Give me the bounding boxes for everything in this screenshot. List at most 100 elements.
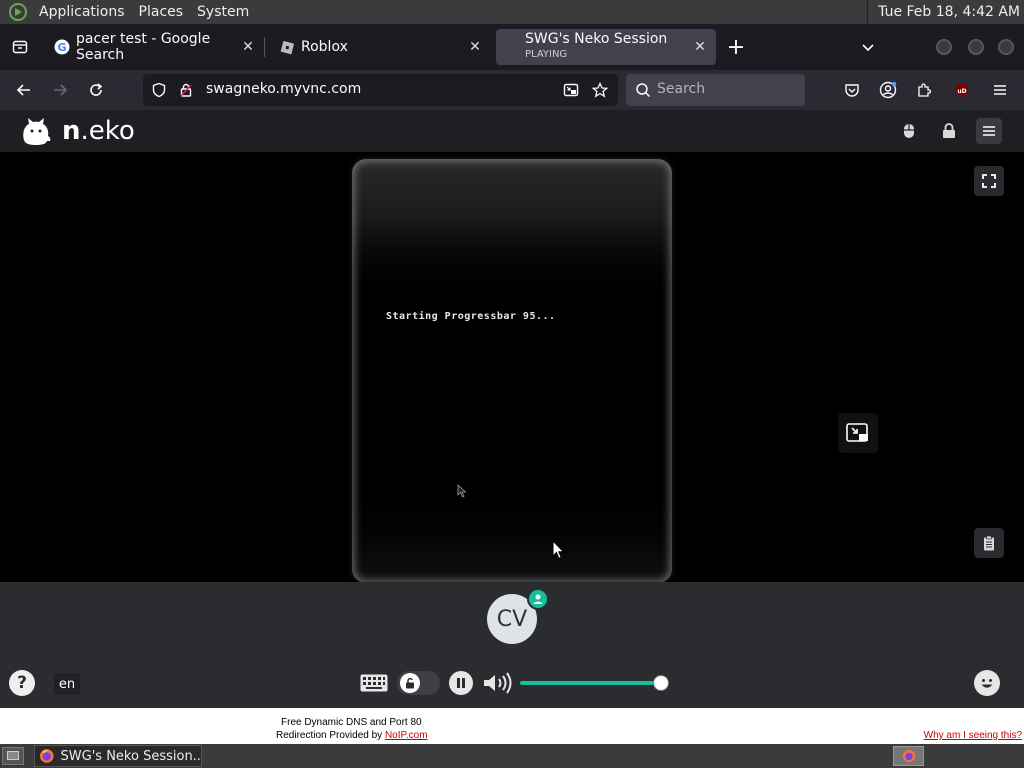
search-bar[interactable]: Search: [626, 74, 805, 106]
hamburger-menu-icon: [983, 126, 995, 136]
firefox-icon: [902, 749, 915, 763]
volume-slider-thumb[interactable]: [653, 675, 669, 691]
nav-bar: swagneko.myvnc.com Search uD: [0, 70, 1024, 110]
neko-header: n.eko: [0, 110, 1024, 152]
pause-button[interactable]: [449, 671, 473, 695]
remote-cursor-icon: [457, 484, 467, 498]
neko-logo: n.eko: [20, 116, 135, 146]
pocket-icon: [845, 84, 859, 97]
emoji-button[interactable]: [974, 670, 1000, 696]
maximize-window-button[interactable]: [968, 39, 984, 55]
svg-text:G: G: [57, 41, 66, 54]
noip-line1: Free Dynamic DNS and Port 80: [281, 717, 422, 728]
hamburger-menu-icon: [994, 85, 1006, 95]
new-tab-button[interactable]: +: [716, 24, 756, 70]
taskbar-window-button[interactable]: SWG's Neko Session...: [34, 745, 202, 767]
minimize-window-button[interactable]: [936, 39, 952, 55]
places-menu[interactable]: Places: [132, 4, 191, 20]
progressbar-boot-text: Starting Progressbar 95...: [386, 311, 556, 322]
fullscreen-button[interactable]: [974, 166, 1004, 196]
crt-screen: Starting Progressbar 95...: [352, 159, 672, 582]
app-menu-button[interactable]: [984, 74, 1016, 106]
workspace-switcher[interactable]: [893, 746, 924, 766]
taskbar-window-title: SWG's Neko Session...: [60, 748, 201, 764]
close-window-button[interactable]: [998, 39, 1014, 55]
url-text[interactable]: swagneko.myvnc.com: [206, 81, 361, 97]
distro-logo-icon[interactable]: [8, 2, 28, 22]
volume-high-icon: [484, 672, 512, 694]
extensions-button[interactable]: [908, 74, 940, 106]
applications-menu[interactable]: Applications: [32, 4, 132, 20]
bookmark-star-icon[interactable]: [591, 81, 609, 102]
clipboard-icon: [984, 535, 994, 551]
show-desktop-button[interactable]: [2, 747, 24, 765]
search-icon: [635, 82, 651, 102]
desktop-icon: [7, 751, 19, 760]
close-tab-icon[interactable]: ✕: [240, 39, 256, 55]
keyboard-language-selector[interactable]: en: [54, 673, 80, 695]
pause-icon: [457, 678, 465, 688]
site-info-lock-icon[interactable]: [178, 82, 194, 102]
unlock-icon: [400, 673, 420, 693]
plus-icon: +: [726, 34, 746, 60]
tab-neko-session[interactable]: SWG's Neko Session PLAYING ✕: [496, 29, 716, 65]
picture-in-picture-button[interactable]: [838, 413, 878, 453]
account-icon: [879, 81, 897, 99]
pocket-button[interactable]: [836, 74, 868, 106]
svg-text:uD: uD: [957, 88, 966, 95]
local-cursor-icon: [552, 540, 565, 560]
noip-line2: Redirection Provided by NoIP.com: [276, 730, 428, 741]
volume-slider-track[interactable]: [520, 681, 661, 685]
question-mark-icon: ?: [17, 673, 27, 693]
roblox-icon: [279, 39, 295, 55]
why-am-i-seeing-this-link[interactable]: Why am I seeing this?: [924, 730, 1022, 741]
forward-button[interactable]: [44, 74, 76, 106]
neko-cat-icon: [23, 118, 51, 145]
firefox-icon: [39, 749, 54, 763]
google-icon: G: [54, 39, 70, 55]
remote-video[interactable]: Starting Progressbar 95...: [0, 152, 1024, 582]
back-arrow-icon: [16, 84, 30, 96]
reload-button[interactable]: [80, 74, 112, 106]
close-tab-icon[interactable]: ✕: [692, 39, 708, 55]
clipboard-button[interactable]: [974, 528, 1004, 558]
chevron-down-icon: [862, 44, 874, 52]
keyboard-icon: [360, 674, 388, 692]
help-button[interactable]: ?: [9, 670, 35, 696]
tab-google-search[interactable]: G pacer test - Google Search ✕: [44, 29, 264, 65]
reload-icon: [90, 83, 103, 96]
mouse-icon: [904, 124, 914, 138]
puzzle-icon: [918, 83, 932, 97]
neko-wordmark: n.eko: [62, 116, 135, 146]
firefox-view-button[interactable]: [0, 24, 40, 70]
side-menu-button[interactable]: [976, 118, 1002, 144]
ublock-shield-icon: uD: [956, 83, 968, 97]
mouse-control-button[interactable]: [896, 118, 922, 144]
picture-in-picture-icon[interactable]: [563, 82, 579, 102]
system-menu[interactable]: System: [190, 4, 256, 20]
smiley-icon: [977, 673, 997, 693]
tab-title: pacer test - Google Search: [76, 31, 211, 63]
forward-arrow-icon: [54, 84, 68, 96]
lock-room-button[interactable]: [936, 118, 962, 144]
neko-controls: CV ? en: [0, 582, 1024, 708]
tab-title: SWG's Neko Session: [525, 31, 668, 47]
tab-strip: G pacer test - Google Search ✕ Roblox ✕ …: [0, 24, 1024, 70]
clock[interactable]: Tue Feb 18, 4:42 AM: [867, 0, 1020, 24]
close-tab-icon[interactable]: ✕: [467, 39, 483, 55]
back-button[interactable]: [8, 74, 40, 106]
noip-banner: Free Dynamic DNS and Port 80 Redirection…: [0, 708, 1024, 744]
noip-link[interactable]: NoIP.com: [385, 730, 428, 741]
lock-icon: [943, 123, 955, 138]
list-all-tabs-button[interactable]: [856, 24, 880, 70]
tab-roblox[interactable]: Roblox ✕: [269, 29, 491, 65]
tab-title: Roblox: [301, 39, 348, 55]
ublock-origin-button[interactable]: uD: [946, 74, 978, 106]
url-bar[interactable]: swagneko.myvnc.com: [143, 74, 618, 106]
tracking-protection-shield-icon[interactable]: [151, 82, 167, 102]
tab-separator: [264, 37, 265, 57]
host-badge-icon: [527, 588, 549, 610]
account-button[interactable]: [872, 74, 904, 106]
volume-button[interactable]: [482, 672, 514, 694]
keyboard-button[interactable]: [360, 673, 388, 693]
